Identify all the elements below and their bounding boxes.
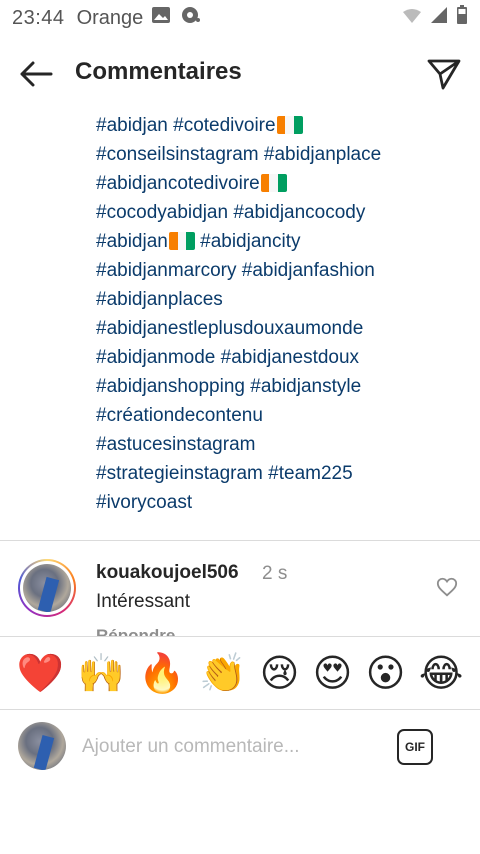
emoji-bar: ❤️ 🙌 🔥 👏 😢 😍 😮 😂 [0,637,480,709]
like-comment-button[interactable] [436,576,458,598]
reply-button[interactable]: Répondre [96,626,175,636]
avatar-frame [20,561,74,615]
hashtag-link[interactable]: #abidjanshopping [96,376,245,397]
comment-username[interactable]: kouakoujoel506 [96,562,239,584]
hashtag-link[interactable]: #astucesinstagram [96,434,255,455]
avatar [18,722,66,770]
divider [0,540,480,541]
caption-line: #strategieinstagram #team225 [96,459,456,488]
avatar-image [23,564,71,612]
emoji-clap[interactable]: 👏 [199,654,246,692]
emoji-raised-hands[interactable]: 🙌 [77,654,124,692]
header: Commentaires [0,48,480,98]
emoji-crying[interactable]: 😢 [260,654,300,692]
page-title: Commentaires [75,58,242,85]
arrow-left-icon [20,61,53,87]
hashtag-link[interactable]: #conseilsinstagram [96,144,259,165]
caption-line: #abidjanmarcory #abidjanfashion [96,256,456,285]
hashtag-link[interactable]: #team225 [268,463,353,484]
ivory-coast-flag-icon [276,116,303,134]
status-right [402,5,468,31]
hashtag-link[interactable]: #abidjanplaces [96,289,223,310]
hashtag-link[interactable]: #abidjancotedivoire [96,173,260,194]
hashtag-link[interactable]: #abidjanmode [96,347,215,368]
caption-line: #cocodyabidjan #abidjancocody [96,198,456,227]
caption-line: #abidjanmode #abidjanestdoux [96,343,456,372]
emoji-heart[interactable]: ❤️ [17,654,64,692]
hashtag-link[interactable]: #abidjanplace [264,144,381,165]
hashtag-link[interactable]: #strategieinstagram [96,463,263,484]
post-caption: #abidjan #cotedivoire #conseilsinstagram … [96,111,456,517]
heart-outline-icon [436,577,458,597]
hashtag-link[interactable]: #cocodyabidjan [96,202,228,223]
ivory-coast-flag-icon [168,232,195,250]
caption-line: #abidjancotedivoire [96,169,456,198]
wifi-icon [402,7,422,30]
share-button[interactable] [424,54,464,94]
caption-line: #abidjanestleplusdouxaumonde [96,314,456,343]
status-left: 23:44 Orange [12,5,201,31]
status-time: 23:44 [12,6,65,29]
comment-timestamp: 2 s [262,563,288,584]
comment-composer: GIF [0,710,480,782]
caption-line: #abidjan #cotedivoire [96,111,456,140]
gif-button[interactable]: GIF [397,729,433,765]
hashtag-link[interactable]: #cotedivoire [173,115,275,136]
hashtag-link[interactable]: #créationdecontenu [96,405,263,426]
hashtag-link[interactable]: #abidjan [96,231,168,252]
hashtag-link[interactable]: #abidjan [96,115,168,136]
caption-line: #ivorycoast [96,488,456,517]
comment-input[interactable] [82,730,382,764]
status-bar: 23:44 Orange [0,0,480,36]
status-carrier: Orange [76,6,144,29]
comment: kouakoujoel506 2 s Intéressant Répondre [0,548,480,636]
battery-icon [456,5,468,31]
avatar[interactable] [18,559,76,617]
hashtag-link[interactable]: #ivorycoast [96,492,192,513]
back-button[interactable] [16,54,56,94]
hashtag-link[interactable]: #abidjanestdoux [221,347,359,368]
caption-line: #conseilsinstagram #abidjanplace [96,140,456,169]
gallery-icon [151,6,171,30]
emoji-heart-eyes[interactable]: 😍 [313,654,353,692]
hashtag-link[interactable]: #abidjanmarcory [96,260,236,281]
emoji-surprised[interactable]: 😮 [366,654,406,692]
hashtag-link[interactable]: #abidjancocody [233,202,365,223]
hashtag-link[interactable]: #abidjancity [200,231,300,252]
caption-line: #abidjanshopping #abidjanstyle [96,372,456,401]
emoji-laughing[interactable]: 😂 [419,654,463,692]
caption-line: #abidjan #abidjancity [96,227,456,256]
hashtag-link[interactable]: #abidjanestleplusdouxaumonde [96,318,363,339]
notification-icon [179,5,201,31]
signal-icon [430,6,448,30]
caption-line: #créationdecontenu [96,401,456,430]
hashtag-link[interactable]: #abidjanstyle [250,376,361,397]
comment-text: Intéressant [96,591,190,612]
caption-line: #abidjanplaces [96,285,456,314]
caption-line: #astucesinstagram [96,430,456,459]
paper-plane-icon [427,59,461,90]
hashtag-link[interactable]: #abidjanfashion [242,260,375,281]
ivory-coast-flag-icon [260,174,287,192]
emoji-fire[interactable]: 🔥 [138,654,185,692]
